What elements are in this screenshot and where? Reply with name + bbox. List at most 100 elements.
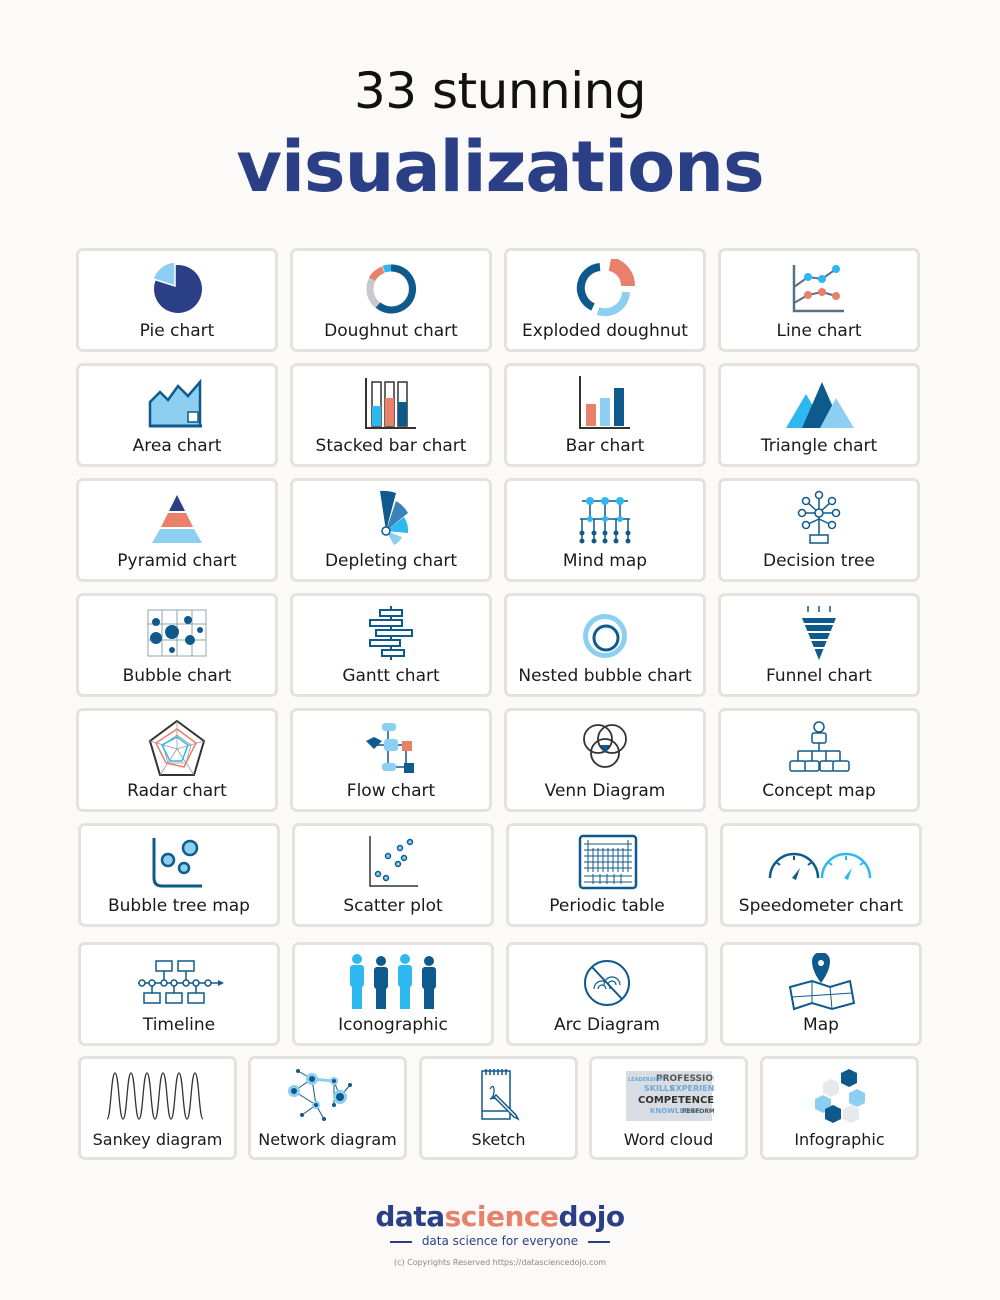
card-exploded-doughnut[interactable]: Exploded doughnut — [504, 248, 706, 352]
svg-text:EXPERIENCE: EXPERIENCE — [670, 1084, 714, 1093]
iconographic-icon — [343, 953, 443, 1011]
card-timeline[interactable]: Timeline — [78, 942, 280, 1046]
card-label: Flow chart — [346, 781, 436, 801]
map-icon — [786, 952, 856, 1011]
logo-text-dojo: dojo — [558, 1200, 625, 1233]
card-label: Funnel chart — [766, 666, 872, 686]
doughnut-chart-icon — [356, 259, 426, 317]
mind-map-icon — [570, 489, 640, 547]
title-line-2: visualizations — [236, 126, 764, 208]
periodic-table-icon — [572, 834, 642, 892]
card-area-chart[interactable]: Area chart — [76, 363, 278, 467]
card-stacked-bar-chart[interactable]: Stacked bar chart — [290, 363, 492, 467]
card-bubble-chart[interactable]: Bubble chart — [76, 593, 278, 697]
exploded-doughnut-icon — [570, 257, 640, 317]
card-funnel-chart[interactable]: Funnel chart — [718, 593, 920, 697]
card-label: Timeline — [142, 1015, 216, 1035]
card-infographic[interactable]: Infographic — [760, 1056, 919, 1160]
card-decision-tree[interactable]: Decision tree — [718, 478, 920, 582]
card-triangle-chart[interactable]: Triangle chart — [718, 363, 920, 467]
tagline: data science for everyone — [0, 1234, 1000, 1248]
tagline-text: data science for everyone — [421, 1234, 579, 1248]
logo-text-data: data — [375, 1200, 445, 1233]
line-chart-icon — [784, 259, 854, 317]
venn-diagram-icon — [570, 719, 640, 777]
bar-chart-icon — [570, 374, 640, 432]
card-iconographic[interactable]: Iconographic — [292, 942, 494, 1046]
concept-map-icon — [784, 719, 854, 777]
svg-text:COMPETENCE: COMPETENCE — [638, 1095, 714, 1106]
card-bubble-tree-map[interactable]: Bubble tree map — [78, 823, 280, 927]
card-label: Depleting chart — [324, 551, 458, 571]
card-arc-diagram[interactable]: Arc Diagram — [506, 942, 708, 1046]
radar-chart-icon — [142, 719, 212, 777]
card-label: Map — [803, 1015, 839, 1035]
title-line-1: 33 stunning — [353, 62, 647, 120]
card-periodic-table[interactable]: Periodic table — [506, 823, 708, 927]
card-pie-chart[interactable]: Pie chart — [76, 248, 278, 352]
card-sankey-diagram[interactable]: Sankey diagram — [78, 1056, 237, 1160]
card-mind-map[interactable]: Mind map — [504, 478, 706, 582]
card-flow-chart[interactable]: Flow chart — [290, 708, 492, 812]
card-venn-diagram[interactable]: Venn Diagram — [504, 708, 706, 812]
scatter-plot-icon — [358, 834, 428, 892]
card-network-diagram[interactable]: Network diagram — [248, 1056, 407, 1160]
card-pyramid-chart[interactable]: Pyramid chart — [76, 478, 278, 582]
card-nested-bubble-chart[interactable]: Nested bubble chart — [504, 593, 706, 697]
arc-diagram-icon — [572, 953, 642, 1011]
card-scatter-plot[interactable]: Scatter plot — [292, 823, 494, 927]
card-radar-chart[interactable]: Radar chart — [76, 708, 278, 812]
nested-bubble-chart-icon — [570, 604, 640, 662]
speedometer-chart-icon — [766, 834, 876, 892]
card-concept-map[interactable]: Concept map — [718, 708, 920, 812]
card-label: Scatter plot — [343, 896, 443, 916]
card-label: Pie chart — [139, 321, 215, 341]
card-gantt-chart[interactable]: Gantt chart — [290, 593, 492, 697]
card-label: Infographic — [794, 1130, 885, 1149]
bubble-tree-map-icon — [144, 834, 214, 892]
card-label: Radar chart — [127, 781, 227, 801]
card-label: Sketch — [471, 1130, 526, 1149]
divider — [389, 1240, 412, 1243]
card-label: Iconographic — [338, 1015, 448, 1035]
pyramid-chart-icon — [142, 489, 212, 547]
card-label: Area chart — [132, 436, 222, 456]
sketch-icon — [464, 1067, 534, 1125]
card-label: Triangle chart — [760, 436, 878, 456]
card-label: Exploded doughnut — [522, 321, 688, 341]
card-label: Periodic table — [549, 896, 665, 916]
card-line-chart[interactable]: Line chart — [718, 248, 920, 352]
pie-chart-icon — [142, 259, 212, 317]
card-label: Arc Diagram — [554, 1015, 660, 1035]
card-depleting-chart[interactable]: Depleting chart — [290, 478, 492, 582]
datasciencedojo-logo[interactable]: datasciencedojo — [0, 1200, 1000, 1233]
card-label: Word cloud — [623, 1130, 714, 1149]
card-doughnut-chart[interactable]: Doughnut chart — [290, 248, 492, 352]
timeline-icon — [134, 953, 224, 1011]
card-bar-chart[interactable]: Bar chart — [504, 363, 706, 467]
depleting-chart-icon — [356, 489, 426, 547]
card-label: Network diagram — [258, 1130, 397, 1149]
svg-text:PERFORMANCE: PERFORMANCE — [682, 1108, 714, 1115]
logo-text-science: science — [444, 1200, 559, 1233]
area-chart-icon — [142, 374, 212, 432]
stacked-bar-chart-icon — [356, 374, 426, 432]
network-diagram-icon — [278, 1067, 378, 1125]
bubble-chart-icon — [142, 604, 212, 662]
card-label: Line chart — [776, 321, 862, 341]
card-label: Venn Diagram — [544, 781, 666, 801]
card-word-cloud[interactable]: PROFESSIONALSKILLSEXPERIENCECOMPETENCEKN… — [589, 1056, 748, 1160]
card-label: Concept map — [762, 781, 876, 801]
card-map[interactable]: Map — [720, 942, 922, 1046]
decision-tree-icon — [784, 489, 854, 547]
funnel-chart-icon — [784, 604, 854, 662]
divider — [588, 1240, 611, 1243]
card-sketch[interactable]: Sketch — [419, 1056, 578, 1160]
infographic-icon — [805, 1067, 875, 1125]
card-label: Bubble tree map — [108, 896, 250, 916]
triangle-chart-icon — [784, 374, 854, 432]
card-label: Sankey diagram — [92, 1130, 223, 1149]
card-label: Bubble chart — [122, 666, 232, 686]
card-speedometer-chart[interactable]: Speedometer chart — [720, 823, 922, 927]
copyright: (c) Copyrights Reserved https://datascie… — [393, 1258, 607, 1267]
